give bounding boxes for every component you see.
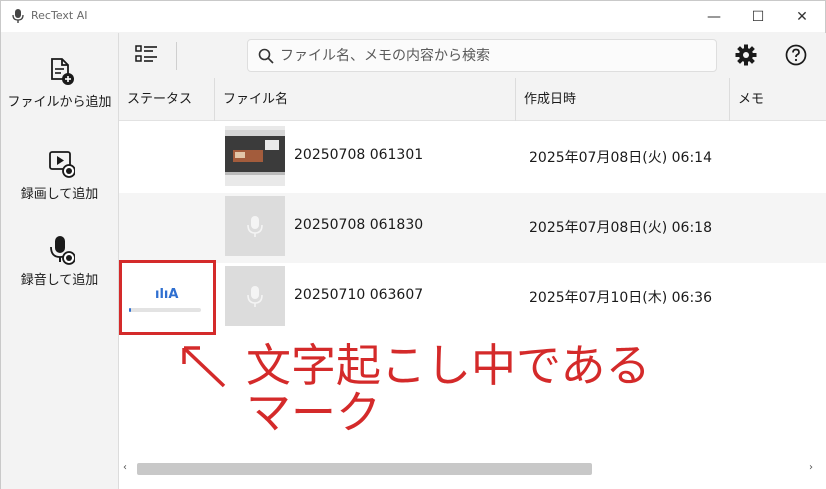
toolbar-separator [176, 42, 177, 70]
file-name-cell: 20250710 063607 [294, 287, 424, 303]
help-icon[interactable] [785, 44, 807, 66]
table-row[interactable]: 20250708 061301 2025年07月08日(火) 06:14 [119, 123, 826, 193]
annotation-text: 文字起こし中である マーク [246, 342, 651, 436]
video-record-icon [49, 151, 75, 178]
created-date-cell: 2025年07月08日(火) 06:18 [529, 220, 712, 236]
sidebar-item-label: 録音して追加 [20, 273, 99, 288]
file-name-cell: 20250708 061301 [294, 147, 424, 163]
scrollbar-thumb[interactable] [137, 463, 592, 475]
sidebar-item-record-video[interactable]: 録画して追加 [1, 149, 118, 229]
video-thumbnail-image [225, 126, 285, 186]
toolbar [119, 33, 826, 78]
column-header-memo[interactable]: メモ [730, 78, 826, 121]
gear-icon[interactable] [735, 44, 757, 66]
created-date-cell: 2025年07月10日(木) 06:36 [529, 290, 712, 306]
title-bar: RecText AI — ☐ ✕ [1, 1, 825, 32]
column-header-created[interactable]: 作成日時 [516, 78, 729, 121]
column-header-status[interactable]: ステータス [119, 78, 214, 121]
annotation-highlight-box [119, 260, 216, 335]
scroll-left-arrow[interactable]: ‹ [123, 462, 127, 473]
sidebar-item-add-from-file[interactable]: ファイルから追加 [1, 57, 118, 137]
search-input[interactable] [280, 45, 710, 67]
microphone-icon [247, 216, 263, 237]
horizontal-scrollbar[interactable]: ‹ › [119, 461, 826, 477]
audio-thumbnail [225, 196, 285, 256]
annotation-arrow-icon [182, 346, 226, 388]
table-header: ステータス ファイル名 作成日時 メモ [119, 78, 826, 121]
search-icon [258, 48, 274, 64]
file-add-icon [51, 58, 74, 85]
sidebar-item-label: ファイルから追加 [7, 95, 112, 110]
close-button[interactable]: ✕ [779, 1, 825, 32]
created-date-cell: 2025年07月08日(火) 06:14 [529, 150, 712, 166]
scroll-right-arrow[interactable]: › [809, 462, 813, 473]
sidebar-item-record-audio[interactable]: 録音して追加 [1, 235, 118, 315]
maximize-button[interactable]: ☐ [735, 1, 781, 32]
video-thumbnail [225, 126, 285, 186]
mic-record-icon [50, 236, 75, 265]
search-box[interactable] [247, 39, 717, 72]
file-name-cell: 20250708 061830 [294, 217, 424, 233]
sidebar: ファイルから追加 録画して追加 録音して追加 [1, 33, 118, 489]
window-title: RecText AI [31, 9, 88, 22]
list-view-icon[interactable] [135, 44, 159, 66]
column-header-file-name[interactable]: ファイル名 [215, 78, 515, 121]
app-logo-icon [12, 9, 24, 23]
microphone-icon [247, 286, 263, 307]
sidebar-item-label: 録画して追加 [20, 187, 99, 202]
annotation-line-2: マーク [246, 386, 382, 439]
annotation-line-1: 文字起こし中である [246, 339, 651, 392]
audio-thumbnail [225, 266, 285, 326]
minimize-button[interactable]: — [691, 1, 737, 32]
table-row[interactable]: 20250708 061830 2025年07月08日(火) 06:18 [119, 193, 826, 263]
table-row[interactable]: ılıA 20250710 063607 2025年07月10日(木) 06:3… [119, 263, 826, 333]
